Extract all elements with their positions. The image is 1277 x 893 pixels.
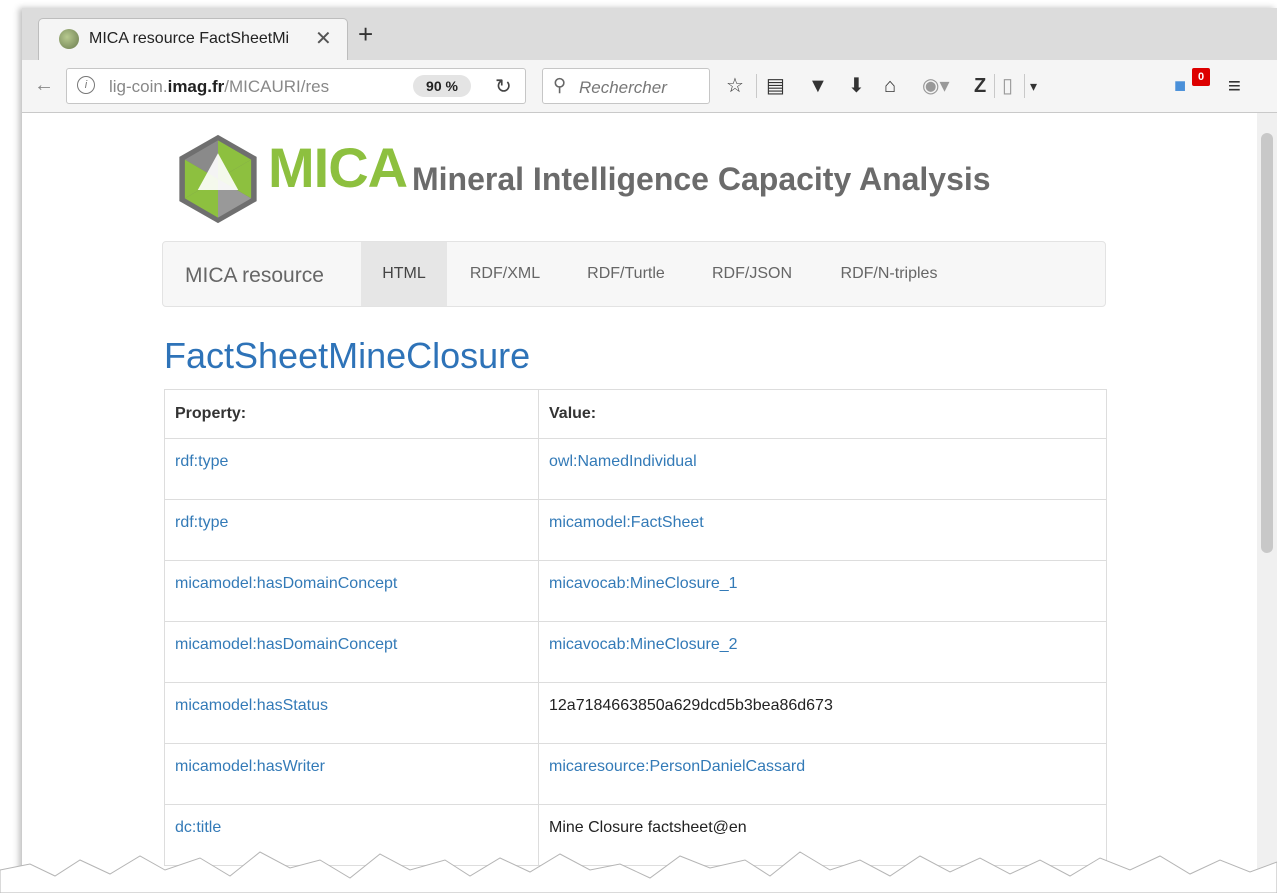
brand-logo-text: MICA (268, 136, 408, 199)
torn-edge-decoration (0, 851, 1277, 893)
scrollbar-thumb[interactable] (1261, 133, 1273, 553)
tab-strip: MICA resource FactSheetMi ✕ + (22, 8, 1277, 60)
back-arrow-icon[interactable]: ← (34, 74, 54, 97)
site-header: MICA Mineral Intelligence Capacity Analy… (172, 133, 1072, 224)
table-row: micamodel:hasWriter micaresource:PersonD… (164, 743, 1107, 805)
property-link[interactable]: micamodel:hasWriter (164, 743, 539, 805)
new-tab-button[interactable]: + (358, 21, 373, 47)
value-link[interactable]: micaresource:PersonDanielCassard (538, 743, 1107, 805)
toolbar-divider (994, 74, 995, 98)
toolbar-divider (1024, 74, 1025, 98)
clipboard-icon[interactable]: ▤ (766, 74, 785, 98)
browser-window: MICA resource FactSheetMi ✕ + ← i lig-co… (22, 8, 1277, 893)
page-icon[interactable]: ▯ (1002, 74, 1013, 98)
value-link[interactable]: micamodel:FactSheet (538, 499, 1107, 561)
property-link[interactable]: rdf:type (164, 499, 539, 561)
extension-icon[interactable]: ■ (1174, 74, 1186, 98)
chevron-down-icon[interactable]: ▾ (1030, 74, 1037, 98)
property-link[interactable]: micamodel:hasDomainConcept (164, 560, 539, 622)
tab-title: MICA resource FactSheetMi (89, 30, 290, 47)
value-link[interactable]: micavocab:MineClosure_2 (538, 621, 1107, 683)
format-navbar: MICA resource HTML RDF/XML RDF/Turtle RD… (162, 241, 1106, 307)
menu-hamburger-icon[interactable]: ≡ (1228, 74, 1241, 98)
table-header-row: Property: Value: (164, 389, 1107, 439)
navbar-brand[interactable]: MICA resource (185, 264, 324, 288)
table-row: rdf:type owl:NamedIndividual (164, 438, 1107, 500)
property-link[interactable]: micamodel:hasStatus (164, 682, 539, 744)
table-row: rdf:type micamodel:FactSheet (164, 499, 1107, 561)
nav-item-rdf-json[interactable]: RDF/JSON (699, 242, 805, 306)
search-icon: ⚲ (553, 75, 567, 95)
value-link[interactable]: micavocab:MineClosure_1 (538, 560, 1107, 622)
zoom-indicator[interactable]: 90 % (413, 75, 471, 97)
url-text: lig-coin.imag.fr/MICAURI/res (109, 77, 330, 96)
bookmark-star-icon[interactable]: ☆ (726, 74, 744, 98)
column-header-value: Value: (538, 389, 1107, 439)
info-icon[interactable]: i (77, 76, 95, 94)
value-text: 12a7184663850a629dcd5b3bea86d673 (538, 682, 1107, 744)
nav-toolbar: ← i lig-coin.imag.fr/MICAURI/res 90 % ↻ … (22, 60, 1277, 113)
download-icon[interactable]: ⬇ (848, 74, 865, 98)
page-title: FactSheetMineClosure (164, 335, 531, 376)
close-tab-icon[interactable]: ✕ (315, 26, 332, 51)
table-row: micamodel:hasDomainConcept micavocab:Min… (164, 560, 1107, 622)
brand-tagline: Mineral Intelligence Capacity Analysis (412, 161, 991, 197)
home-icon[interactable]: ⌂ (884, 74, 896, 98)
search-bar[interactable]: ⚲ Rechercher (542, 68, 710, 104)
value-link[interactable]: owl:NamedIndividual (538, 438, 1107, 500)
table-row: micamodel:hasDomainConcept micavocab:Min… (164, 621, 1107, 683)
property-link[interactable]: rdf:type (164, 438, 539, 500)
zotero-icon[interactable]: Z (974, 74, 986, 98)
properties-table: Property: Value: rdf:type owl:NamedIndiv… (164, 389, 1107, 866)
globe-dropdown-icon[interactable]: ◉▾ (922, 74, 950, 98)
favicon-icon (59, 29, 79, 49)
property-link[interactable]: micamodel:hasDomainConcept (164, 621, 539, 683)
column-header-property: Property: (164, 389, 539, 439)
nav-item-rdf-turtle[interactable]: RDF/Turtle (571, 242, 681, 306)
toolbar-divider (756, 74, 757, 98)
browser-tab[interactable]: MICA resource FactSheetMi ✕ (38, 18, 348, 60)
vertical-scrollbar[interactable] (1257, 113, 1277, 893)
pocket-icon[interactable]: ▼ (808, 74, 828, 98)
notification-badge: 0 (1192, 68, 1210, 86)
mica-logo-icon (179, 134, 257, 224)
table-row: micamodel:hasStatus 12a7184663850a629dcd… (164, 682, 1107, 744)
page-content: MICA Mineral Intelligence Capacity Analy… (22, 113, 1257, 893)
nav-item-rdf-n-triples[interactable]: RDF/N-triples (823, 242, 955, 306)
reload-icon[interactable]: ↻ (495, 74, 512, 99)
search-placeholder: Rechercher (579, 78, 667, 97)
nav-item-rdf-xml[interactable]: RDF/XML (455, 242, 555, 306)
nav-item-html[interactable]: HTML (361, 242, 447, 306)
address-bar[interactable]: i lig-coin.imag.fr/MICAURI/res 90 % ↻ (66, 68, 526, 104)
